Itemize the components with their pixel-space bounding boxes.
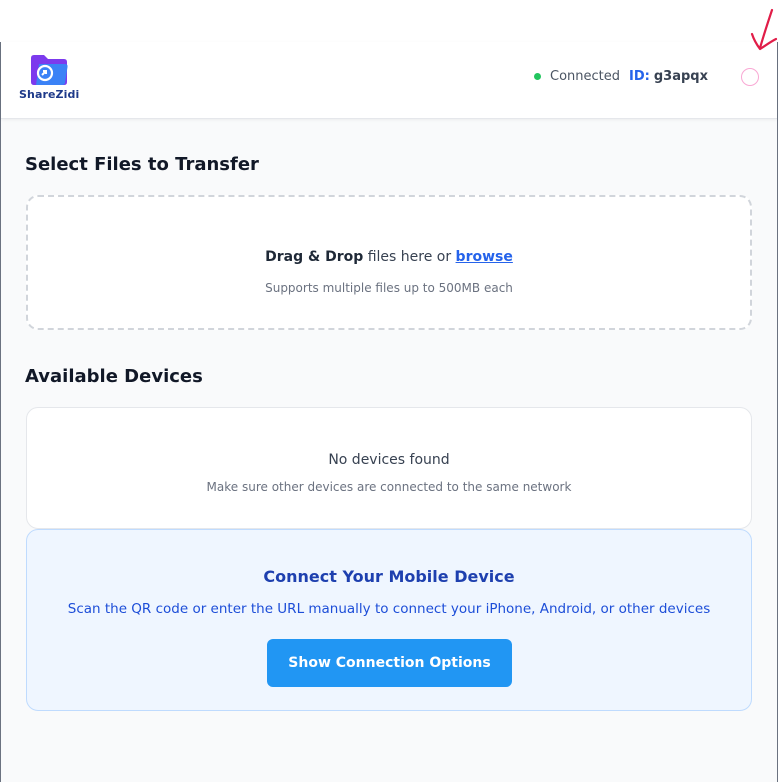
app-header: ShareZidi Connected ID: g3apqx bbox=[1, 42, 777, 119]
upload-section-title: Select Files to Transfer bbox=[25, 154, 259, 175]
file-dropzone[interactable]: Drag & Drop files here or browse Support… bbox=[26, 195, 752, 330]
device-id-value: g3apqx bbox=[653, 69, 708, 84]
mobile-connect-description: Scan the QR code or enter the URL manual… bbox=[67, 601, 711, 617]
online-dot-icon bbox=[534, 73, 541, 80]
brand-name: ShareZidi bbox=[19, 88, 80, 101]
folder-share-icon bbox=[31, 55, 68, 85]
browse-link[interactable]: browse bbox=[456, 249, 513, 265]
no-devices-hint: Make sure other devices are connected to… bbox=[206, 480, 572, 494]
drag-drop-text: files here or bbox=[363, 249, 456, 265]
device-list: No devices found Make sure other devices… bbox=[26, 407, 752, 529]
dropzone-instructions: Drag & Drop files here or browse bbox=[28, 249, 750, 265]
devices-section-title: Available Devices bbox=[25, 366, 203, 387]
settings-circle-button[interactable] bbox=[741, 68, 759, 86]
no-devices-title: No devices found bbox=[328, 452, 450, 468]
mobile-connect-panel: Connect Your Mobile Device Scan the QR c… bbox=[26, 529, 752, 711]
show-connection-options-button[interactable]: Show Connection Options bbox=[267, 639, 512, 687]
dropzone-hint: Supports multiple files up to 500MB each bbox=[265, 281, 513, 295]
app-window: ShareZidi Connected ID: g3apqx Select Fi… bbox=[0, 42, 778, 782]
drag-drop-label: Drag & Drop bbox=[265, 249, 364, 265]
mobile-connect-title: Connect Your Mobile Device bbox=[263, 567, 515, 586]
logo[interactable]: ShareZidi bbox=[18, 52, 80, 104]
connection-status: Connected ID: g3apqx bbox=[534, 69, 708, 84]
device-id-label: ID: bbox=[629, 69, 650, 84]
annotation-arrow-icon bbox=[750, 8, 778, 51]
status-text: Connected bbox=[550, 69, 621, 84]
